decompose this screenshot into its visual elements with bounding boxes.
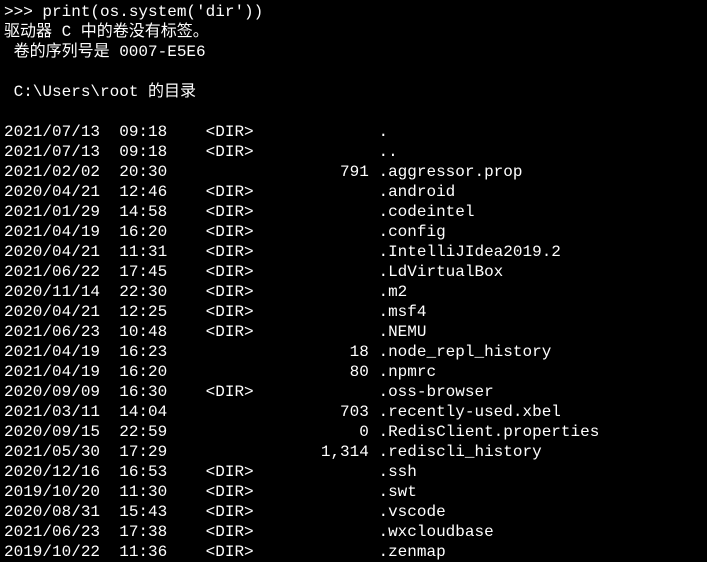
listing-row: 2020/04/21 11:31 <DIR> .IntelliJIdea2019… <box>4 242 703 262</box>
listing-row: 2021/06/23 17:38 <DIR> .wxcloudbase <box>4 522 703 542</box>
blank-line <box>4 102 703 122</box>
prompt-line[interactable]: >>> print(os.system('dir')) <box>4 2 703 22</box>
listing-row: 2021/06/23 10:48 <DIR> .NEMU <box>4 322 703 342</box>
listing-row: 2021/07/13 09:18 <DIR> . <box>4 122 703 142</box>
listing-row: 2021/05/30 17:29 1,314 .rediscli_history <box>4 442 703 462</box>
listing-row: 2021/04/19 16:23 18 .node_repl_history <box>4 342 703 362</box>
listing-row: 2020/08/31 15:43 <DIR> .vscode <box>4 502 703 522</box>
volume-label-line: 驱动器 C 中的卷没有标签。 <box>4 22 703 42</box>
listing-row: 2020/09/09 16:30 <DIR> .oss-browser <box>4 382 703 402</box>
listing-row: 2020/11/14 22:30 <DIR> .m2 <box>4 282 703 302</box>
listing-row: 2021/03/11 14:04 703 .recently-used.xbel <box>4 402 703 422</box>
directory-listing: 2021/07/13 09:18 <DIR> .2021/07/13 09:18… <box>4 122 703 562</box>
listing-row: 2019/10/22 11:36 <DIR> .zenmap <box>4 542 703 562</box>
directory-of-line: C:\Users\root 的目录 <box>4 82 703 102</box>
listing-row: 2020/04/21 12:46 <DIR> .android <box>4 182 703 202</box>
listing-row: 2021/04/19 16:20 <DIR> .config <box>4 222 703 242</box>
listing-row: 2021/07/13 09:18 <DIR> .. <box>4 142 703 162</box>
listing-row: 2021/06/22 17:45 <DIR> .LdVirtualBox <box>4 262 703 282</box>
serial-line: 卷的序列号是 0007-E5E6 <box>4 42 703 62</box>
listing-row: 2020/12/16 16:53 <DIR> .ssh <box>4 462 703 482</box>
listing-row: 2019/10/20 11:30 <DIR> .swt <box>4 482 703 502</box>
blank-line <box>4 62 703 82</box>
listing-row: 2021/02/02 20:30 791 .aggressor.prop <box>4 162 703 182</box>
listing-row: 2020/09/15 22:59 0 .RedisClient.properti… <box>4 422 703 442</box>
listing-row: 2020/04/21 12:25 <DIR> .msf4 <box>4 302 703 322</box>
listing-row: 2021/01/29 14:58 <DIR> .codeintel <box>4 202 703 222</box>
listing-row: 2021/04/19 16:20 80 .npmrc <box>4 362 703 382</box>
